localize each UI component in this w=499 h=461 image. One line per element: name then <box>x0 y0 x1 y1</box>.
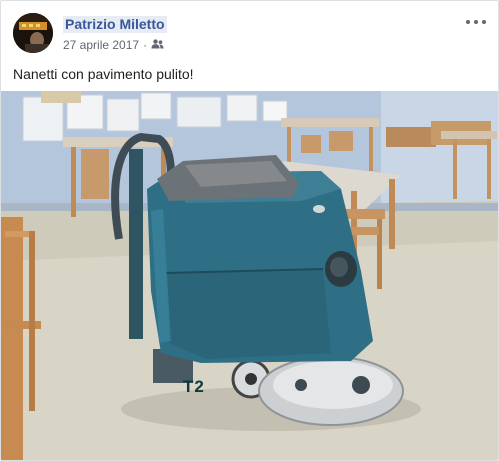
machine-model-label: T2 <box>183 377 205 396</box>
post-date[interactable]: 27 aprile 2017 <box>63 37 139 53</box>
avatar-image <box>13 13 53 53</box>
post-meta: 27 aprile 2017 · <box>63 37 164 53</box>
feed-post: Patrizio Miletto 27 aprile 2017 · Nanett… <box>0 0 499 461</box>
author-avatar[interactable] <box>13 13 53 53</box>
post-photo[interactable]: T2 <box>1 91 498 460</box>
post-text: Nanetti con pavimento pulito! <box>13 66 194 82</box>
meta-separator: · <box>143 38 148 52</box>
post-header: Patrizio Miletto 27 aprile 2017 · <box>13 13 486 57</box>
friends-icon[interactable] <box>151 37 164 53</box>
photo-scene <box>1 91 498 460</box>
more-options-icon[interactable] <box>466 15 486 29</box>
author-name[interactable]: Patrizio Miletto <box>63 16 167 33</box>
